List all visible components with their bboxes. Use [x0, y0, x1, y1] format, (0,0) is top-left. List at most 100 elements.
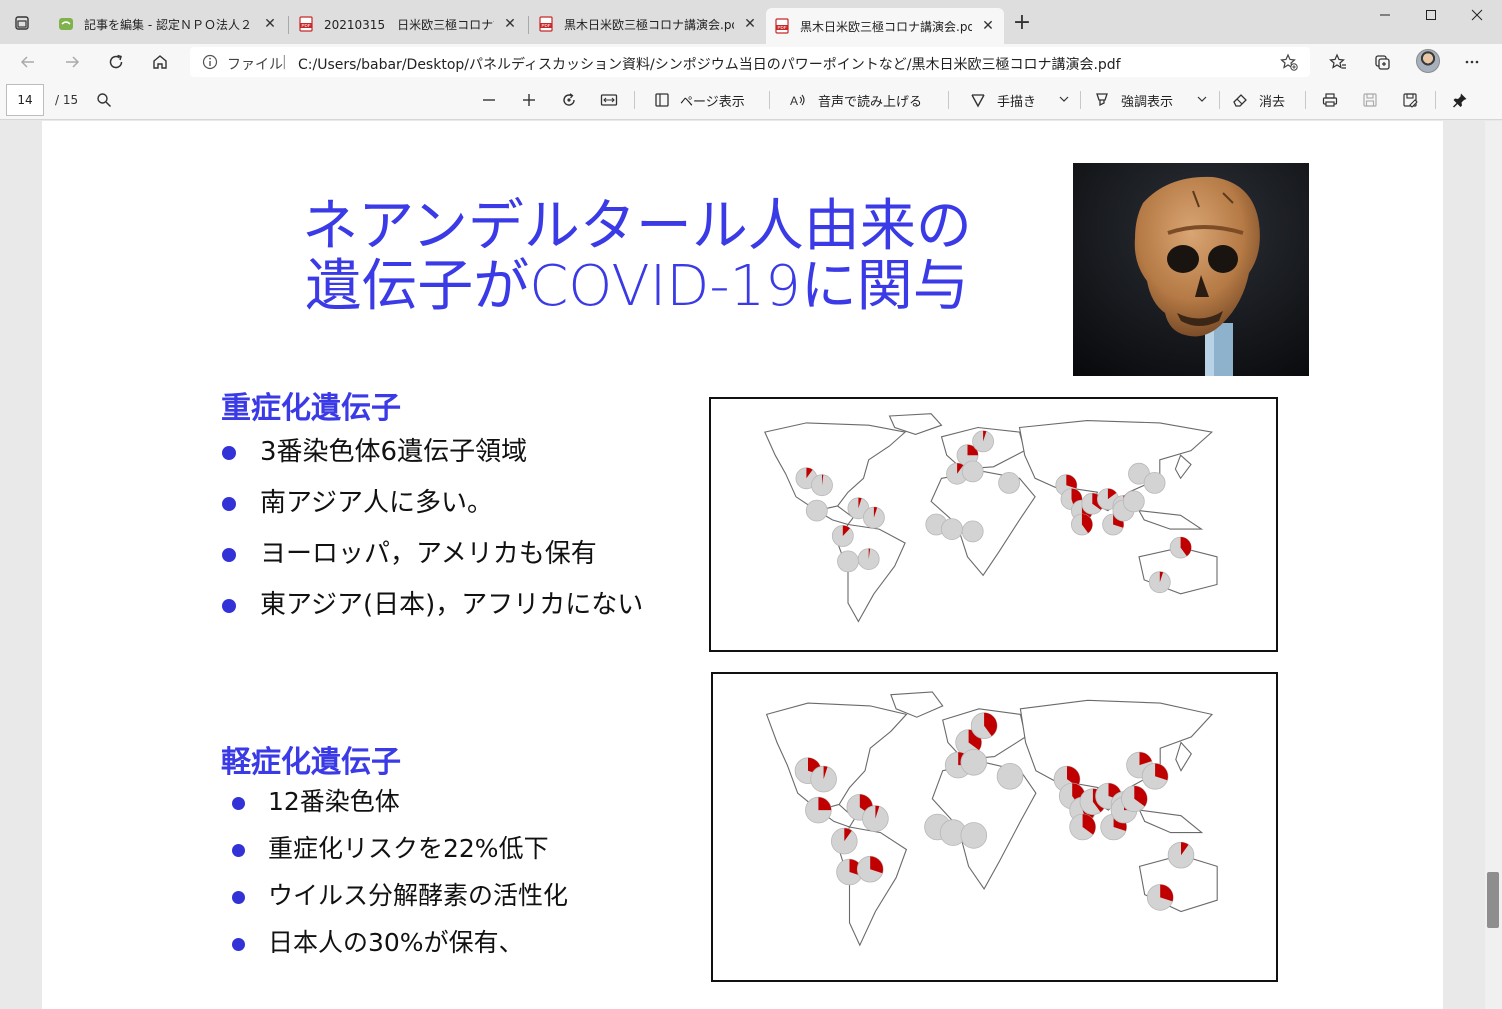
chevron-down-icon[interactable]: [1056, 91, 1072, 107]
mild-gene-list: 12番染色体 重症化リスクを22%低下 ウイルス分解酵素の活性化 日本人の30%…: [232, 786, 568, 974]
tab-divider: [528, 16, 529, 34]
erase-button[interactable]: 消去: [1259, 91, 1285, 110]
mild-gene-heading: 軽症化遺伝子: [221, 745, 401, 780]
svg-text:PDF: PDF: [542, 23, 551, 28]
pdf-page: ネアンデルタール人由来の 遺伝子がCOVID-19に関与 重症化遺伝子 3番染色…: [42, 121, 1443, 1009]
address-separator: |: [282, 54, 287, 70]
pdf-toolbar: 14 / 15 ページ表示 A 音声で読み上げる 手描き 強調表示 消去: [0, 80, 1502, 120]
continent-outline: [1138, 809, 1204, 834]
draw-button[interactable]: 手描き: [997, 91, 1036, 110]
forward-button[interactable]: [60, 50, 84, 74]
read-aloud-button[interactable]: 音声で読み上げる: [818, 91, 922, 110]
save-as-icon[interactable]: [1400, 90, 1420, 110]
svg-text:A: A: [790, 94, 798, 108]
toolbar-divider: [634, 91, 635, 109]
fit-page-icon[interactable]: [599, 90, 619, 110]
tab-3-active[interactable]: PDF 黒木日米欧三極コロナ講演会.pdf ✕: [766, 8, 1004, 44]
svg-text:PDF: PDF: [302, 23, 311, 28]
tab-1[interactable]: PDF 20210315 日米欧三極コロナ講演 ✕: [290, 8, 526, 40]
home-button[interactable]: [148, 50, 172, 74]
pdf-icon: PDF: [538, 16, 554, 32]
toolbar-divider: [769, 91, 770, 109]
close-icon[interactable]: ✕: [262, 16, 278, 32]
list-item: 南アジア人に多い。: [222, 486, 643, 537]
maximize-icon: [1426, 10, 1436, 20]
draw-icon[interactable]: [968, 90, 988, 110]
svg-text:PDF: PDF: [778, 25, 787, 30]
address-bar[interactable]: ファイル | C:/Users/babar/Desktop/パネルディスカッショ…: [190, 47, 1310, 77]
minimize-button[interactable]: [1362, 0, 1408, 30]
close-icon[interactable]: ✕: [502, 16, 518, 32]
highlight-icon[interactable]: [1092, 90, 1112, 110]
severe-allele-world-map: [709, 397, 1278, 652]
continent-outline: [765, 702, 908, 811]
home-icon: [153, 55, 167, 69]
pdf-icon: PDF: [774, 18, 790, 34]
toolbar-divider: [1219, 91, 1220, 109]
scheme-label: ファイル: [227, 57, 283, 73]
back-arrow-icon: [20, 56, 34, 68]
list-item: 東アジア(日本)，アフリカにない: [222, 588, 643, 639]
favorites-star-icon: [1329, 53, 1346, 69]
close-icon[interactable]: ✕: [980, 18, 996, 34]
settings-menu-button[interactable]: [1460, 50, 1484, 74]
population-pie: [1122, 490, 1145, 513]
list-item: 日本人の30%が保有、: [232, 927, 568, 974]
severe-gene-heading: 重症化遺伝子: [221, 391, 401, 426]
tab-actions-icon[interactable]: [12, 13, 32, 33]
page-view-button[interactable]: ページ表示: [680, 91, 745, 110]
tab-2[interactable]: PDF 黒木日米欧三極コロナ講演会.pdf ✕: [530, 8, 766, 40]
tab-0[interactable]: 記事を編集 - 認定ＮＰＯ法人２１ ✕: [50, 8, 286, 40]
list-item: 3番染色体6遺伝子領域: [222, 435, 643, 486]
page-total: / 15: [55, 93, 79, 107]
population-pie: [998, 472, 1021, 494]
population-pie: [972, 430, 995, 453]
new-tab-button[interactable]: +: [1011, 12, 1033, 35]
continent-outline: [1137, 509, 1204, 530]
eraser-icon[interactable]: [1230, 90, 1250, 110]
highlight-button[interactable]: 強調表示: [1121, 91, 1173, 110]
refresh-button[interactable]: [104, 50, 128, 74]
info-icon[interactable]: [202, 54, 218, 70]
forward-arrow-icon: [66, 56, 80, 68]
url-text[interactable]: C:/Users/babar/Desktop/パネルディスカッション資料/シンポ…: [298, 54, 1121, 74]
rotate-icon[interactable]: [559, 90, 579, 110]
toolbar-divider: [948, 91, 949, 109]
close-icon[interactable]: ✕: [742, 16, 758, 32]
more-dots-icon: [1465, 60, 1479, 64]
slide-title: ネアンデルタール人由来の 遺伝子がCOVID-19に関与: [242, 197, 1032, 317]
back-button[interactable]: [16, 50, 40, 74]
severe-gene-list: 3番染色体6遺伝子領域 南アジア人に多い。 ヨーロッパ，アメリカも保有 東アジア…: [222, 435, 643, 639]
close-window-icon: [1471, 9, 1483, 21]
tab-strip: 記事を編集 - 認定ＮＰＯ法人２１ ✕ PDF 20210315 日米欧三極コロ…: [0, 0, 1502, 44]
page-view-icon[interactable]: [652, 90, 672, 110]
navigation-bar: ファイル | C:/Users/babar/Desktop/パネルディスカッショ…: [0, 44, 1502, 80]
pdf-viewer[interactable]: ネアンデルタール人由来の 遺伝子がCOVID-19に関与 重症化遺伝子 3番染色…: [0, 121, 1502, 1009]
maximize-button[interactable]: [1408, 0, 1454, 30]
pin-toolbar-icon[interactable]: [1450, 90, 1470, 110]
pdf-icon: PDF: [298, 16, 314, 32]
favorites-button[interactable]: [1326, 50, 1350, 74]
zoom-out-icon[interactable]: [479, 90, 499, 110]
close-window-button[interactable]: [1454, 0, 1500, 30]
list-item: 重症化リスクを22%低下: [232, 833, 568, 880]
zoom-in-icon[interactable]: [519, 90, 539, 110]
continent-outline: [764, 422, 907, 512]
population-pie: [1143, 472, 1166, 494]
tab-title: 記事を編集 - 認定ＮＰＯ法人２１: [84, 17, 254, 32]
collections-button[interactable]: [1370, 50, 1394, 74]
list-item: 12番染色体: [232, 786, 568, 833]
search-icon[interactable]: [94, 90, 114, 110]
refresh-icon: [109, 54, 123, 69]
chevron-down-icon[interactable]: [1194, 91, 1210, 107]
scrollbar-thumb[interactable]: [1487, 872, 1499, 928]
print-icon[interactable]: [1320, 90, 1340, 110]
population-pie: [960, 822, 988, 849]
page-number-input[interactable]: 14: [6, 84, 44, 116]
profile-avatar[interactable]: [1416, 49, 1440, 73]
add-favorite-icon[interactable]: [1280, 53, 1298, 71]
read-aloud-icon[interactable]: A: [788, 90, 808, 110]
save-icon[interactable]: [1360, 90, 1380, 110]
collections-icon: [1375, 55, 1390, 70]
list-item: ヨーロッパ，アメリカも保有: [222, 537, 643, 588]
